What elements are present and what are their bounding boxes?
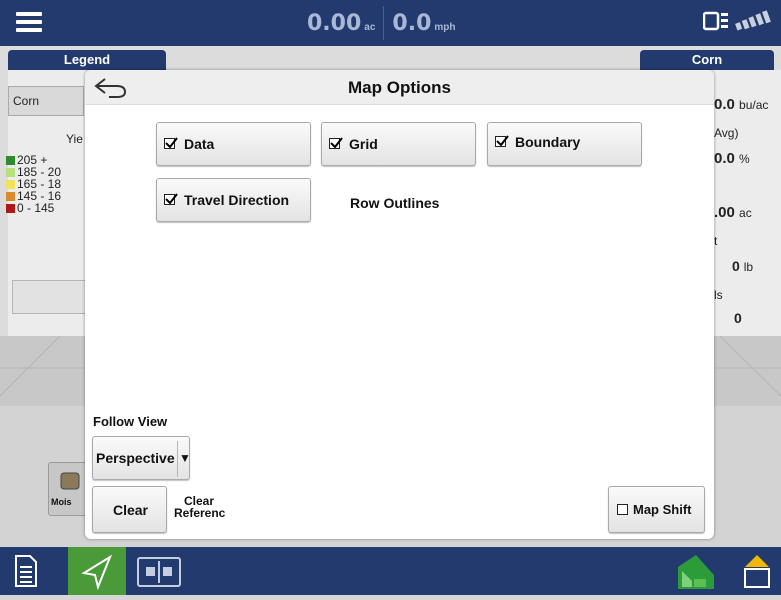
map-shift-button[interactable]: Map Shift — [608, 486, 705, 533]
data-label: Data — [184, 136, 215, 152]
legend-action-button[interactable] — [12, 280, 88, 314]
clear-label: Clear — [112, 502, 149, 518]
document-icon[interactable] — [14, 555, 38, 587]
clear-reference-label: Clear Referenc — [174, 494, 226, 520]
count-label: ls — [714, 288, 723, 302]
menu-icon[interactable] — [16, 12, 42, 32]
gps-signal-icon[interactable] — [735, 10, 771, 32]
display-status-icon[interactable] — [703, 10, 729, 32]
weight-label: t — [714, 234, 718, 248]
legend-tab[interactable]: Legend — [8, 50, 166, 70]
field-operations-icon[interactable] — [676, 553, 716, 591]
crop-select[interactable]: Corn — [8, 86, 84, 116]
travel-direction-checkbox[interactable] — [164, 193, 178, 205]
grid-checkbox[interactable] — [329, 137, 343, 149]
speed-value: 0.0 — [392, 10, 432, 36]
follow-view-value: Perspective — [96, 450, 175, 466]
crop-tab[interactable]: Corn — [640, 50, 774, 70]
moisture-value: 0.0 % — [714, 150, 750, 167]
speed-readout: 0.00 ac 0.0 mph — [307, 0, 456, 46]
dropdown-divider — [177, 441, 178, 477]
follow-view-dropdown[interactable]: Perspective ▼ — [92, 436, 191, 480]
status-icons — [703, 10, 771, 32]
top-bar: 0.00 ac 0.0 mph — [0, 0, 781, 46]
follow-view-label: Follow View — [93, 414, 168, 429]
legend-row: 0 - 145 — [6, 202, 61, 214]
split-view-icon — [146, 561, 172, 583]
area-total-value: .00 ac — [714, 204, 752, 221]
warning-tab-icon[interactable] — [741, 553, 773, 589]
guidance-tab[interactable] — [68, 547, 126, 595]
dialog-header: Map Options — [85, 70, 714, 105]
boundary-checkbox[interactable] — [495, 135, 509, 147]
weight-value: 0 lb — [732, 258, 754, 274]
avg-label: Avg) — [714, 126, 739, 140]
count-value: 0 — [734, 310, 742, 326]
clear-button[interactable]: Clear — [92, 486, 167, 533]
yield-legend: 205 + 185 - 20 165 - 18 145 - 16 0 - 145 — [6, 154, 61, 214]
dropdown-arrow-icon: ▼ — [179, 451, 191, 465]
boundary-toggle-button[interactable]: Boundary — [487, 122, 642, 166]
moisture-label: Mois — [51, 497, 72, 507]
grid-label: Grid — [349, 136, 378, 152]
map-shift-label: Map Shift — [633, 502, 692, 517]
split-view-button[interactable] — [137, 557, 181, 587]
area-unit: ac — [364, 21, 376, 33]
readout-divider — [383, 6, 385, 40]
data-toggle-button[interactable]: Data — [156, 122, 311, 166]
area-value: 0.00 — [307, 10, 362, 36]
row-outlines-label: Row Outlines — [350, 195, 440, 211]
guidance-arrow-icon — [81, 554, 113, 591]
data-checkbox[interactable] — [164, 137, 178, 149]
boundary-label: Boundary — [515, 134, 581, 150]
yield-rate-value: 0.0 bu/ac — [714, 96, 769, 113]
travel-direction-toggle-button[interactable]: Travel Direction — [156, 178, 311, 222]
map-options-dialog: Map Options Data Grid Boundary Travel Di… — [85, 70, 714, 539]
dialog-title: Map Options — [348, 78, 451, 97]
travel-direction-label: Travel Direction — [184, 192, 290, 208]
map-shift-checkbox[interactable] — [617, 504, 628, 515]
yield-label: Yie — [66, 132, 83, 146]
grid-toggle-button[interactable]: Grid — [321, 122, 476, 166]
grain-bin-icon — [60, 472, 80, 490]
speed-unit: mph — [434, 21, 456, 33]
bottom-nav-bar — [0, 547, 781, 595]
